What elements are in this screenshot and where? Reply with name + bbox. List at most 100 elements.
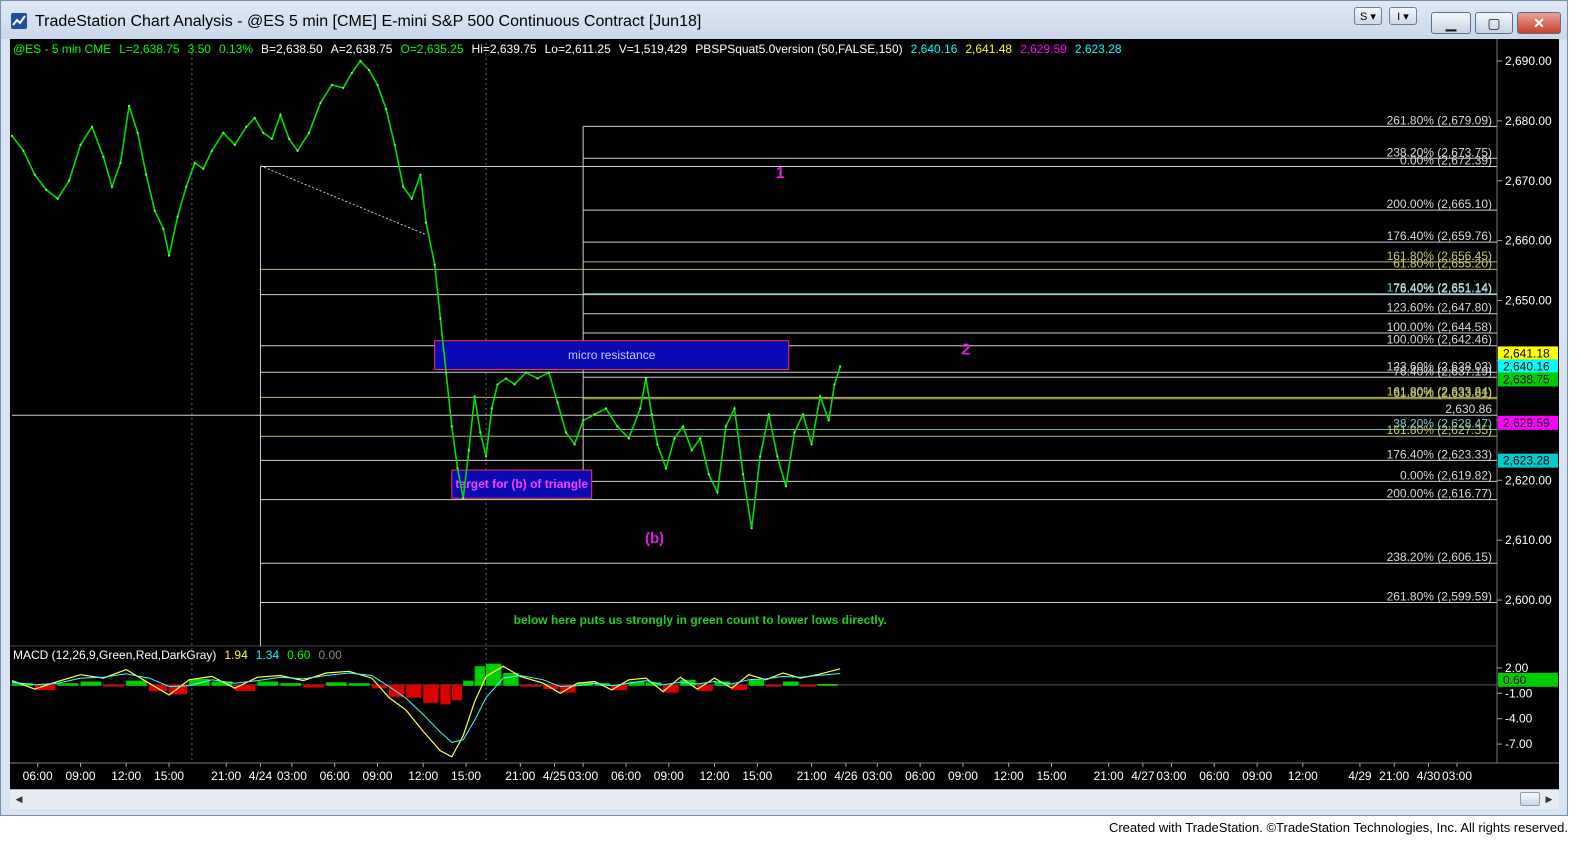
price-point bbox=[759, 455, 762, 458]
macd-histogram-bar bbox=[748, 679, 765, 686]
price-point bbox=[673, 437, 676, 440]
price-point bbox=[627, 437, 630, 440]
price-point bbox=[444, 371, 448, 374]
price-point bbox=[573, 443, 576, 446]
price-point bbox=[145, 173, 148, 176]
indicators-dropdown-button[interactable]: I ▾ bbox=[1389, 7, 1417, 25]
price-point bbox=[330, 83, 333, 87]
time-axis-tick-label: 03:00 bbox=[1156, 769, 1186, 783]
macd-marker-label: 0.60 bbox=[1503, 673, 1527, 687]
price-axis-tick-label: 2,690.00 bbox=[1505, 54, 1552, 68]
time-axis-tick-label: 06:00 bbox=[905, 769, 935, 783]
app-window: TradeStation Chart Analysis - @ES 5 min … bbox=[0, 0, 1568, 816]
macd-header-legend-part: 0.60 bbox=[287, 648, 311, 662]
symbol-header-legend-part: Lo=2,611.25 bbox=[545, 42, 612, 56]
price-point bbox=[176, 215, 179, 218]
macd-histogram-bar bbox=[326, 682, 347, 686]
macd-header-legend-part: 0.00 bbox=[318, 648, 342, 662]
price-point bbox=[10, 134, 14, 137]
close-icon: ✕ bbox=[1533, 15, 1545, 31]
price-point bbox=[733, 407, 736, 410]
price-point bbox=[376, 83, 379, 87]
price-point bbox=[167, 254, 171, 257]
price-point bbox=[556, 401, 559, 404]
price-point bbox=[307, 131, 311, 134]
price-point bbox=[22, 149, 25, 152]
fib-level-label: 200.00% (2,616.77) bbox=[1387, 487, 1492, 501]
time-axis-tick-label: 15:00 bbox=[451, 769, 481, 783]
maximize-button[interactable]: ▢ bbox=[1475, 12, 1513, 34]
time-axis-tick-label: 21:00 bbox=[1094, 769, 1124, 783]
time-axis-tick-label: 09:00 bbox=[66, 769, 96, 783]
price-point bbox=[210, 149, 214, 152]
fib-level-label: 161.80% (2,627.35) bbox=[1387, 423, 1492, 437]
scrollbar-thumb[interactable] bbox=[1520, 792, 1540, 806]
price-chart-svg[interactable]: 261.80% (2,679.09)238.20% (2,673.75)0.00… bbox=[10, 39, 1559, 789]
price-point bbox=[776, 455, 779, 458]
fib-level-label: 0.00% (2,619.82) bbox=[1400, 468, 1492, 482]
chart-annotation: below here puts us strongly in green cou… bbox=[514, 613, 887, 627]
close-button[interactable]: ✕ bbox=[1517, 12, 1561, 34]
title-bar[interactable]: TradeStation Chart Analysis - @ES 5 min … bbox=[1, 1, 1567, 39]
time-axis-tick-label: 4/25 bbox=[543, 769, 567, 783]
price-point bbox=[839, 365, 842, 368]
price-point bbox=[810, 443, 813, 446]
price-point bbox=[287, 137, 291, 140]
macd-histogram-bar bbox=[520, 684, 541, 687]
scroll-right-icon[interactable]: ▶ bbox=[1542, 793, 1556, 806]
time-axis-tick-label: 4/29 bbox=[1348, 769, 1372, 783]
macd-histogram-bar bbox=[543, 684, 559, 690]
price-point bbox=[644, 377, 648, 380]
price-point bbox=[650, 413, 653, 416]
symbol-header-legend-part: Hi=2,639.75 bbox=[472, 42, 537, 56]
symbol-header-legend-part: 0.13% bbox=[219, 42, 253, 56]
symbol-header-legend-part: @ES - 5 min CME bbox=[13, 42, 111, 56]
scroll-left-icon[interactable]: ◀ bbox=[12, 793, 26, 806]
price-point bbox=[193, 161, 196, 164]
price-point bbox=[424, 221, 428, 224]
price-point bbox=[296, 149, 299, 152]
symbol-header-legend-part: 2,623.28 bbox=[1075, 42, 1122, 56]
price-point bbox=[682, 425, 685, 428]
macd-axis-tick-label: -1.00 bbox=[1505, 686, 1533, 700]
price-point bbox=[801, 413, 805, 416]
time-axis-tick-label: 4/24 bbox=[249, 769, 273, 783]
price-point bbox=[162, 227, 165, 230]
price-point bbox=[262, 131, 265, 134]
fib-level-label: 61.80% (2,655.20) bbox=[1393, 256, 1492, 270]
price-point bbox=[784, 485, 788, 488]
time-axis-tick-label: 21:00 bbox=[1379, 769, 1409, 783]
time-axis-tick-label: 21:00 bbox=[797, 769, 827, 783]
chart-annotation: 2 bbox=[961, 341, 970, 358]
minimize-button[interactable]: ▁ bbox=[1431, 12, 1471, 34]
macd-histogram-bar bbox=[783, 681, 799, 686]
price-point bbox=[45, 188, 48, 191]
price-marker-label: 2,623.28 bbox=[1503, 454, 1550, 468]
macd-axis-tick-label: -4.00 bbox=[1505, 712, 1533, 726]
macd-histogram-bar bbox=[731, 684, 748, 691]
window-title: TradeStation Chart Analysis - @ES 5 min … bbox=[35, 13, 702, 30]
time-axis-tick-label: 09:00 bbox=[1242, 769, 1272, 783]
time-axis-tick-label: 21:00 bbox=[505, 769, 535, 783]
time-axis-tick-label: 4/26 bbox=[834, 769, 858, 783]
horizontal-scrollbar[interactable]: ◀ ▶ bbox=[10, 789, 1559, 809]
price-point bbox=[664, 467, 668, 470]
price-point bbox=[793, 431, 796, 434]
fib-level-label: 123.60% (2,647.80) bbox=[1387, 301, 1492, 315]
price-point bbox=[359, 59, 362, 63]
price-point bbox=[270, 137, 273, 140]
price-point bbox=[367, 68, 371, 72]
price-marker-label: 2,641.18 bbox=[1503, 346, 1550, 360]
price-point bbox=[185, 185, 188, 188]
price-point bbox=[319, 101, 322, 104]
price-point bbox=[233, 143, 236, 146]
price-point bbox=[153, 209, 156, 212]
fib-level-label: 76.40% (2,637.19) bbox=[1393, 364, 1492, 378]
macd-histogram-bar bbox=[503, 673, 519, 686]
chart-area[interactable]: 261.80% (2,679.09) 238.20% (2,673.75) 0.00… bbox=[10, 39, 1559, 789]
time-axis-tick-label: 06:00 bbox=[611, 769, 641, 783]
chart-annotation: 1 bbox=[776, 165, 785, 182]
macd-header-legend-part: MACD (12,26,9,Green,Red,DarkGray) bbox=[13, 648, 216, 662]
symbol-header-legend-part: V=1,519,429 bbox=[619, 42, 688, 56]
styles-dropdown-button[interactable]: S ▾ bbox=[1354, 7, 1382, 25]
